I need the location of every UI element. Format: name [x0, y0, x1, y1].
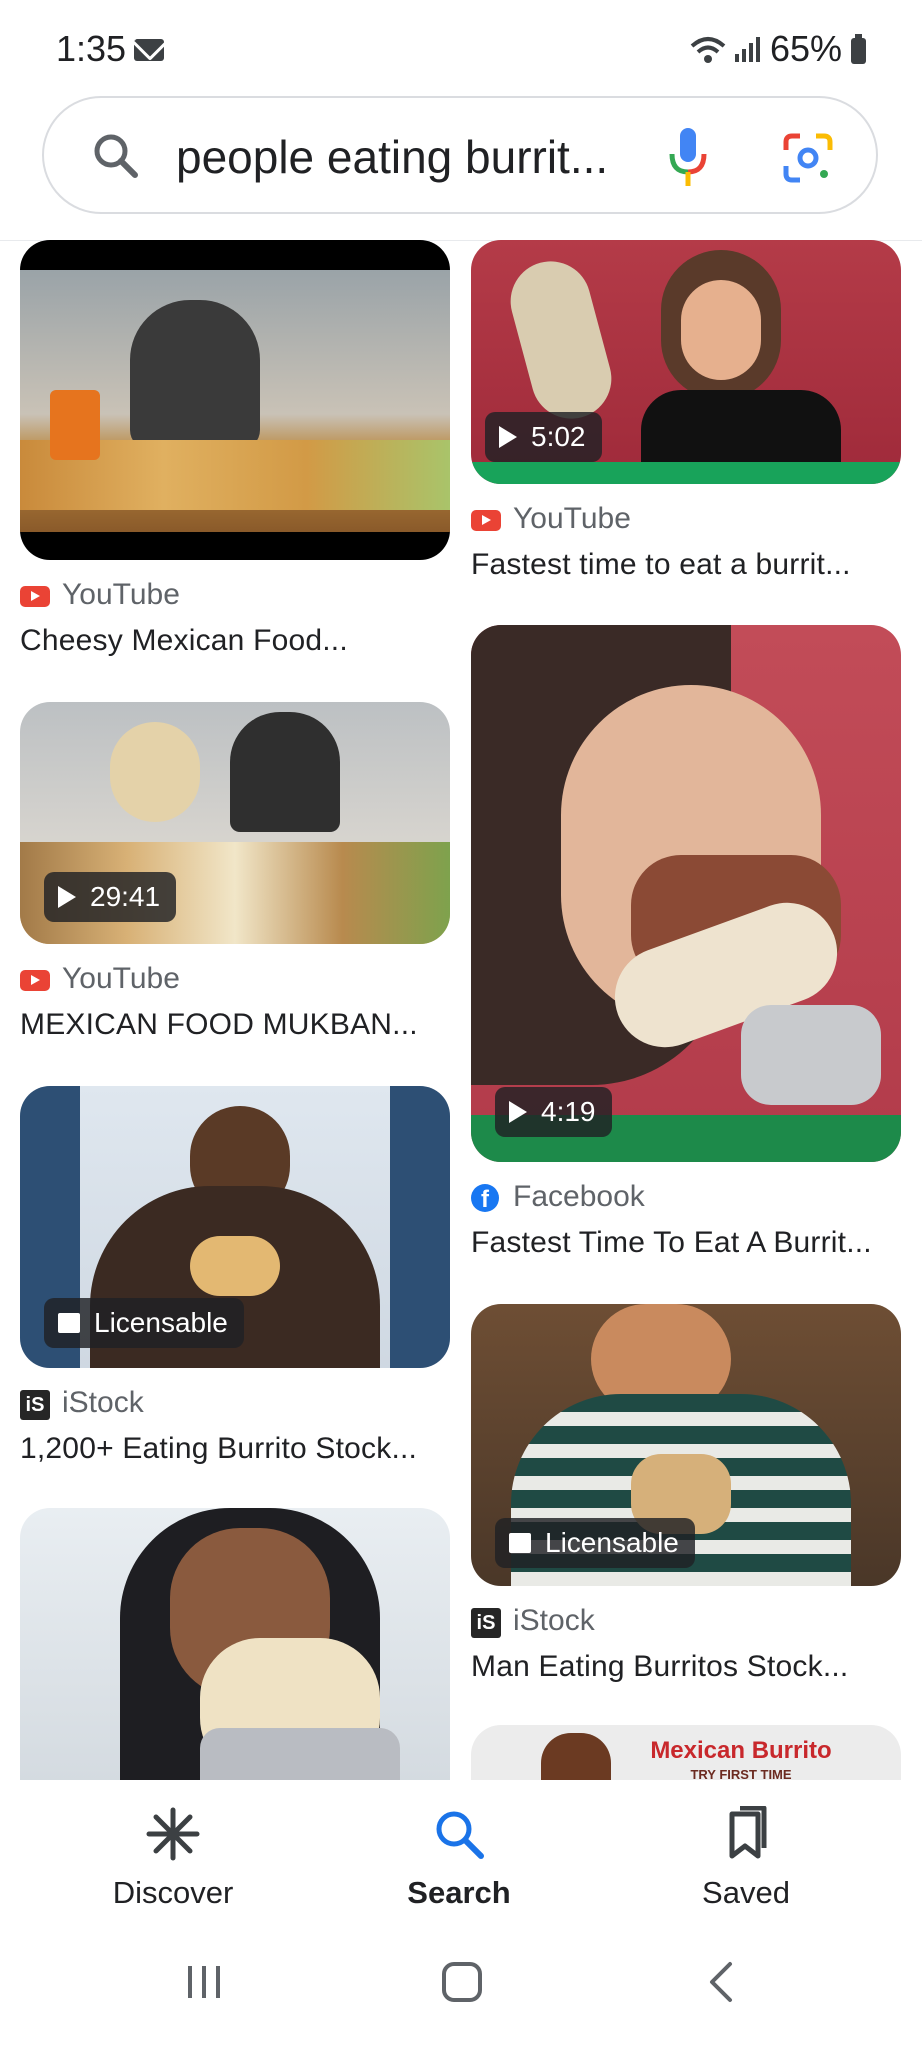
result-source: YouTube — [20, 578, 450, 622]
istock-icon: iS — [471, 1608, 501, 1638]
result-source: YouTube — [20, 962, 450, 1006]
result-title[interactable]: Cheesy Mexican Food... — [20, 624, 450, 658]
result-source: f Facebook — [471, 1180, 901, 1224]
result-card[interactable]: 5:02 YouTube Fastest time to eat a burri… — [471, 240, 901, 582]
google-lens-icon[interactable] — [782, 132, 834, 184]
result-card[interactable]: 4:19 f Facebook Fastest Time To Eat A Bu… — [471, 625, 901, 1260]
nav-saved[interactable]: Saved — [646, 1805, 846, 1911]
result-thumbnail[interactable]: 29:41 — [20, 702, 450, 944]
result-source: iS iStock — [20, 1386, 450, 1430]
result-source: iS iStock — [471, 1604, 901, 1648]
result-title[interactable]: Fastest Time To Eat A Burrit... — [471, 1226, 901, 1260]
image-icon — [509, 1532, 531, 1553]
battery-percent: 65% — [770, 28, 843, 69]
istock-icon: iS — [20, 1390, 50, 1420]
saved-collections-icon — [729, 1805, 767, 1859]
youtube-icon — [471, 510, 501, 531]
back-icon[interactable] — [704, 1960, 736, 2004]
mail-notification-icon — [134, 39, 164, 61]
result-thumbnail[interactable] — [20, 1508, 450, 1780]
search-icon — [436, 1811, 484, 1859]
battery-icon — [851, 34, 866, 64]
video-duration-badge: 29:41 — [44, 872, 177, 922]
result-thumbnail[interactable]: Licensable — [20, 1086, 450, 1368]
nav-search[interactable]: Search — [359, 1806, 559, 1911]
nav-search-label: Search — [407, 1875, 511, 1910]
search-icon — [94, 134, 138, 178]
system-navigation-bar — [0, 1938, 922, 2048]
thumbnail-subcaption: TRY FIRST TIME — [690, 1767, 792, 1780]
licensable-badge: Licensable — [495, 1518, 695, 1568]
search-query[interactable]: people eating burrit... — [176, 130, 608, 184]
nav-saved-label: Saved — [702, 1875, 790, 1910]
result-thumbnail[interactable]: 4:19 — [471, 625, 901, 1162]
result-thumbnail[interactable]: Mexican Burrito TRY FIRST TIME — [471, 1725, 901, 1780]
result-thumbnail[interactable]: 5:02 — [471, 240, 901, 484]
mic-icon[interactable] — [664, 126, 712, 190]
youtube-icon — [20, 970, 50, 991]
image-results-grid: YouTube Cheesy Mexican Food... 29:41 You… — [0, 240, 922, 1780]
result-title[interactable]: MEXICAN FOOD MUKBAN... — [20, 1008, 450, 1042]
licensable-badge: Licensable — [44, 1298, 244, 1348]
result-card[interactable]: Licensable iS iStock 1,200+ Eating Burri… — [20, 1086, 450, 1466]
signal-icon — [735, 37, 760, 62]
result-card[interactable]: Mexican Burrito TRY FIRST TIME — [471, 1725, 901, 1780]
facebook-icon: f — [471, 1184, 499, 1213]
video-duration-badge: 4:19 — [495, 1087, 612, 1137]
nav-discover-label: Discover — [112, 1875, 234, 1910]
play-icon — [58, 885, 76, 908]
result-card[interactable]: YouTube Cheesy Mexican Food... — [20, 240, 450, 658]
result-source: YouTube — [471, 502, 901, 546]
result-thumbnail[interactable]: Licensable — [471, 1304, 901, 1586]
youtube-icon — [20, 586, 50, 607]
play-icon — [499, 425, 517, 448]
play-icon — [509, 1100, 527, 1123]
home-icon[interactable] — [440, 1960, 484, 2004]
search-bar[interactable]: people eating burrit... — [42, 96, 878, 214]
result-thumbnail[interactable] — [20, 240, 450, 560]
search-header: people eating burrit... — [0, 96, 922, 241]
result-title[interactable]: Man Eating Burritos Stock... — [471, 1650, 901, 1684]
thumbnail-caption: Mexican Burrito — [650, 1737, 832, 1764]
status-time: 1:35 — [56, 28, 127, 69]
discover-icon — [146, 1807, 200, 1861]
result-card[interactable] — [20, 1508, 450, 1780]
result-title[interactable]: Fastest time to eat a burrit... — [471, 548, 901, 582]
nav-discover[interactable]: Discover — [73, 1806, 273, 1911]
result-card[interactable]: Licensable iS iStock Man Eating Burritos… — [471, 1304, 901, 1684]
video-duration-badge: 5:02 — [485, 412, 602, 462]
result-card[interactable]: 29:41 YouTube MEXICAN FOOD MUKBAN... — [20, 702, 450, 1042]
status-bar: 1:35 65% — [0, 0, 922, 96]
recent-apps-icon[interactable] — [184, 1962, 224, 2002]
result-title[interactable]: 1,200+ Eating Burrito Stock... — [20, 1432, 450, 1466]
wifi-icon — [690, 37, 726, 63]
image-icon — [58, 1312, 80, 1333]
bottom-navigation: Discover Search Saved — [0, 1780, 922, 1938]
